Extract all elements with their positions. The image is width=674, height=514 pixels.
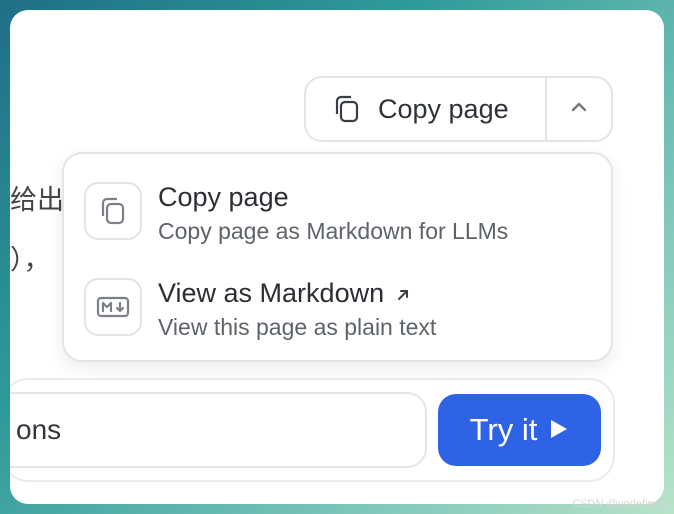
copy-page-button[interactable]: Copy page	[306, 78, 545, 140]
try-it-button[interactable]: Try it	[438, 394, 601, 466]
page-card: 给出 ）， Copy page Copy page Copy page as M…	[10, 10, 664, 504]
request-input[interactable]: ons	[10, 392, 427, 468]
menu-item-view-as-markdown[interactable]: View as Markdown View this page as plain…	[84, 274, 591, 358]
markdown-icon	[84, 278, 142, 336]
request-input-value: ons	[16, 414, 62, 445]
menu-item-title: View as Markdown	[158, 278, 385, 308]
dropdown-toggle-button[interactable]	[547, 78, 611, 140]
menu-item-subtitle: View this page as plain text	[158, 314, 437, 340]
menu-item-copy-page[interactable]: Copy page Copy page as Markdown for LLMs	[84, 178, 591, 262]
try-it-label: Try it	[469, 412, 538, 447]
background-text-line: 给出	[10, 185, 64, 216]
copy-dropdown-menu: Copy page Copy page as Markdown for LLMs…	[62, 152, 613, 362]
menu-item-title: Copy page	[158, 182, 289, 212]
menu-item-subtitle: Copy page as Markdown for LLMs	[158, 218, 509, 244]
play-icon	[549, 412, 569, 448]
external-link-icon	[396, 276, 410, 310]
chevron-up-icon	[570, 100, 588, 118]
copy-page-label: Copy page	[378, 93, 509, 124]
copy-icon	[84, 182, 142, 240]
background-text-line: ），	[10, 245, 51, 276]
copy-page-split-button: Copy page	[304, 76, 613, 142]
watermark: CSDN @undefined	[572, 498, 666, 510]
copy-icon	[332, 94, 362, 124]
